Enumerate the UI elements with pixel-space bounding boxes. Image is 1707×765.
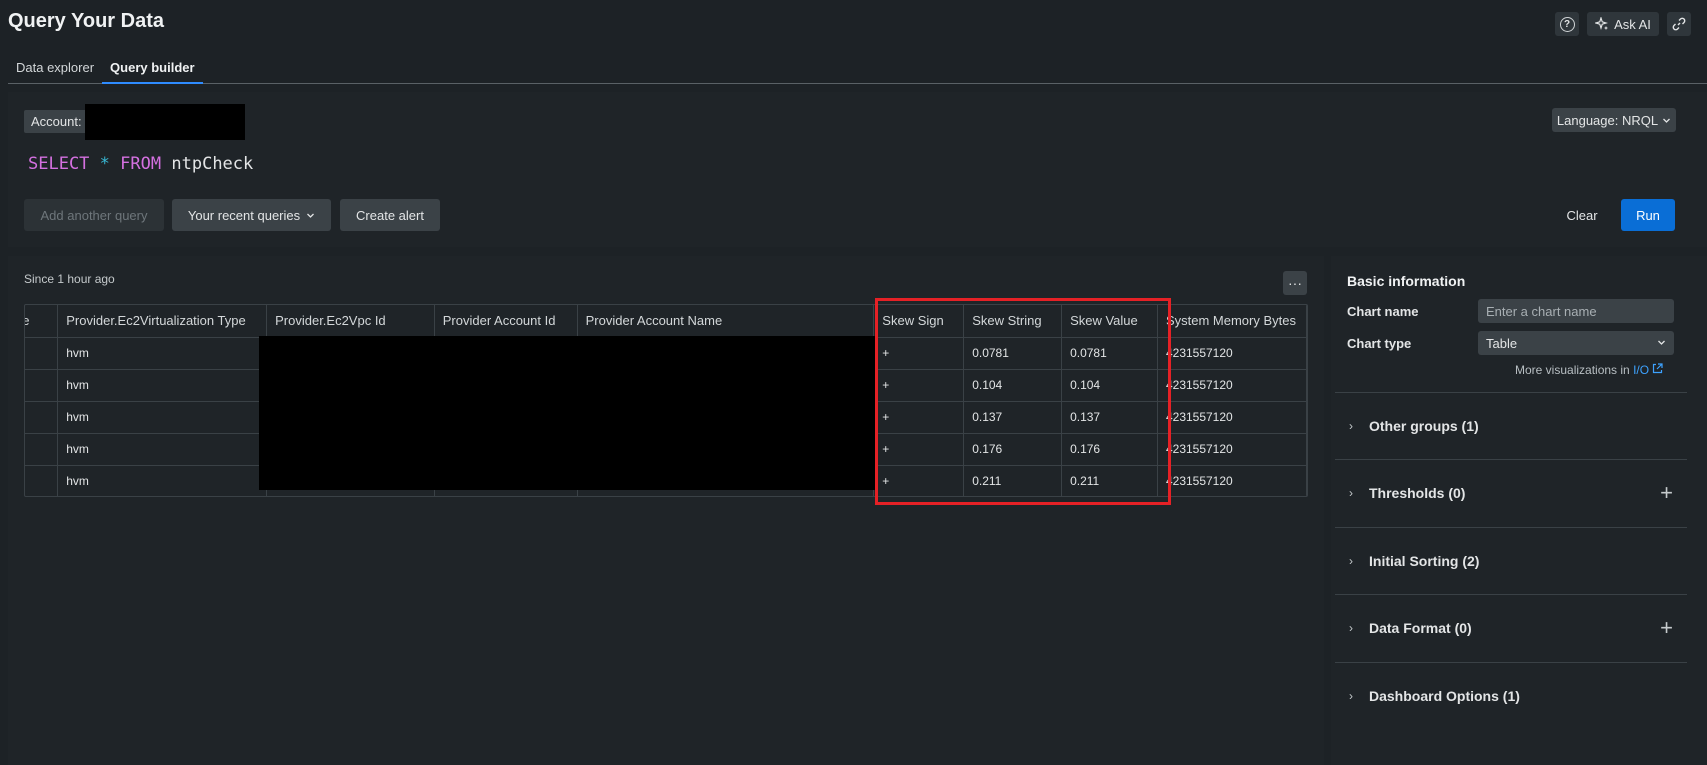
column-header[interactable]: Provider.Ec2Virtualization Type: [57, 305, 268, 338]
section-label: Thresholds (0): [1369, 485, 1466, 501]
table-cell: [25, 465, 59, 496]
column-header[interactable]: Provider Account Name: [577, 305, 875, 338]
recent-queries-label: Your recent queries: [187, 207, 301, 223]
language-selector[interactable]: Language: NRQL: [1552, 108, 1676, 132]
section-label: Other groups (1): [1369, 418, 1479, 434]
table-cell: [25, 369, 59, 402]
redacted-account-data: [259, 336, 875, 490]
table-cell: hvm: [57, 337, 268, 370]
copy-link-button[interactable]: [1667, 12, 1691, 36]
section-dashboard-options[interactable]: › Dashboard Options (1): [1335, 662, 1687, 729]
chart-name-label: Chart name: [1347, 304, 1419, 319]
chevron-right-icon: ›: [1349, 621, 1353, 635]
redacted-account-name: [85, 104, 245, 140]
table-cell: 4231557120: [1157, 337, 1307, 370]
chevron-right-icon: ›: [1349, 419, 1353, 433]
ask-ai-label: Ask AI: [1614, 16, 1651, 32]
chevron-down-icon: [307, 213, 315, 218]
skew-columns-highlight: [875, 298, 1171, 505]
table-cell: [25, 401, 59, 434]
add-another-query-button[interactable]: Add another query: [24, 199, 164, 231]
add-threshold-icon[interactable]: +: [1660, 480, 1673, 506]
column-header[interactable]: Provider Account Id: [434, 305, 578, 338]
account-label: Account:: [31, 114, 82, 129]
tab-data-explorer[interactable]: Data explorer: [8, 52, 102, 84]
keyword-from: FROM: [120, 154, 162, 174]
time-range-label: Since 1 hour ago: [24, 272, 115, 286]
chevron-right-icon: ›: [1349, 554, 1353, 568]
external-link-icon: [1653, 363, 1664, 374]
sparkle-icon: [1595, 17, 1609, 30]
table-cell: hvm: [57, 401, 268, 434]
section-data-format[interactable]: › Data Format (0) +: [1335, 594, 1687, 661]
chart-type-label: Chart type: [1347, 336, 1412, 351]
table-cell: hvm: [57, 433, 268, 466]
ask-ai-button[interactable]: Ask AI: [1587, 12, 1659, 36]
chart-type-value: Table: [1486, 336, 1518, 351]
language-label: Language: NRQL: [1556, 112, 1659, 128]
table-cell: [25, 433, 59, 466]
tab-query-builder[interactable]: Query builder: [102, 52, 203, 84]
table-cell: 4231557120: [1157, 433, 1307, 466]
column-header[interactable]: ne: [25, 305, 59, 338]
query-editor[interactable]: SELECT * FROM ntpCheck: [28, 154, 253, 174]
more-visualizations: More visualizations in I/O: [1515, 363, 1664, 377]
link-icon: [1672, 17, 1686, 31]
table-cell: 4231557120: [1157, 401, 1307, 434]
account-selector[interactable]: Account:: [24, 110, 89, 133]
chevron-down-icon: [1663, 118, 1671, 123]
chevron-right-icon: ›: [1349, 689, 1353, 703]
column-header[interactable]: System Memory Bytes: [1157, 305, 1307, 338]
table-cell: 4231557120: [1157, 369, 1307, 402]
table-cell: hvm: [57, 369, 268, 402]
io-link[interactable]: I/O: [1633, 363, 1664, 377]
page-title: Query Your Data: [8, 10, 164, 32]
basic-information-heading: Basic information: [1347, 273, 1466, 289]
event-type: ntpCheck: [171, 154, 254, 174]
help-button[interactable]: ?: [1555, 12, 1579, 36]
chevron-down-icon: [1658, 340, 1665, 345]
section-label: Dashboard Options (1): [1369, 688, 1520, 704]
section-initial-sorting[interactable]: › Initial Sorting (2): [1335, 527, 1687, 594]
chart-name-input[interactable]: [1478, 299, 1674, 323]
run-button[interactable]: Run: [1621, 199, 1675, 231]
column-header[interactable]: Provider.Ec2Vpc Id: [266, 305, 435, 338]
section-thresholds[interactable]: › Thresholds (0) +: [1335, 459, 1687, 526]
table-cell: [25, 337, 59, 370]
add-data-format-icon[interactable]: +: [1660, 615, 1673, 641]
section-label: Data Format (0): [1369, 620, 1472, 636]
create-alert-button[interactable]: Create alert: [340, 199, 440, 231]
section-label: Initial Sorting (2): [1369, 553, 1480, 569]
more-viz-text: More visualizations in: [1515, 363, 1630, 377]
table-cell: hvm: [57, 465, 268, 496]
table-cell: 4231557120: [1157, 465, 1307, 496]
recent-queries-button[interactable]: Your recent queries: [172, 199, 331, 231]
operator-star: *: [99, 154, 110, 174]
section-other-groups[interactable]: › Other groups (1): [1335, 392, 1687, 459]
more-options-button[interactable]: ···: [1283, 271, 1307, 295]
tab-bar: Data explorer Query builder: [8, 52, 1707, 84]
keyword-select: SELECT: [28, 154, 90, 174]
clear-button[interactable]: Clear: [1550, 199, 1614, 231]
chart-type-select[interactable]: Table: [1478, 331, 1674, 355]
ellipsis-icon: ···: [1288, 275, 1302, 291]
help-icon: ?: [1559, 16, 1575, 32]
chevron-right-icon: ›: [1349, 486, 1353, 500]
